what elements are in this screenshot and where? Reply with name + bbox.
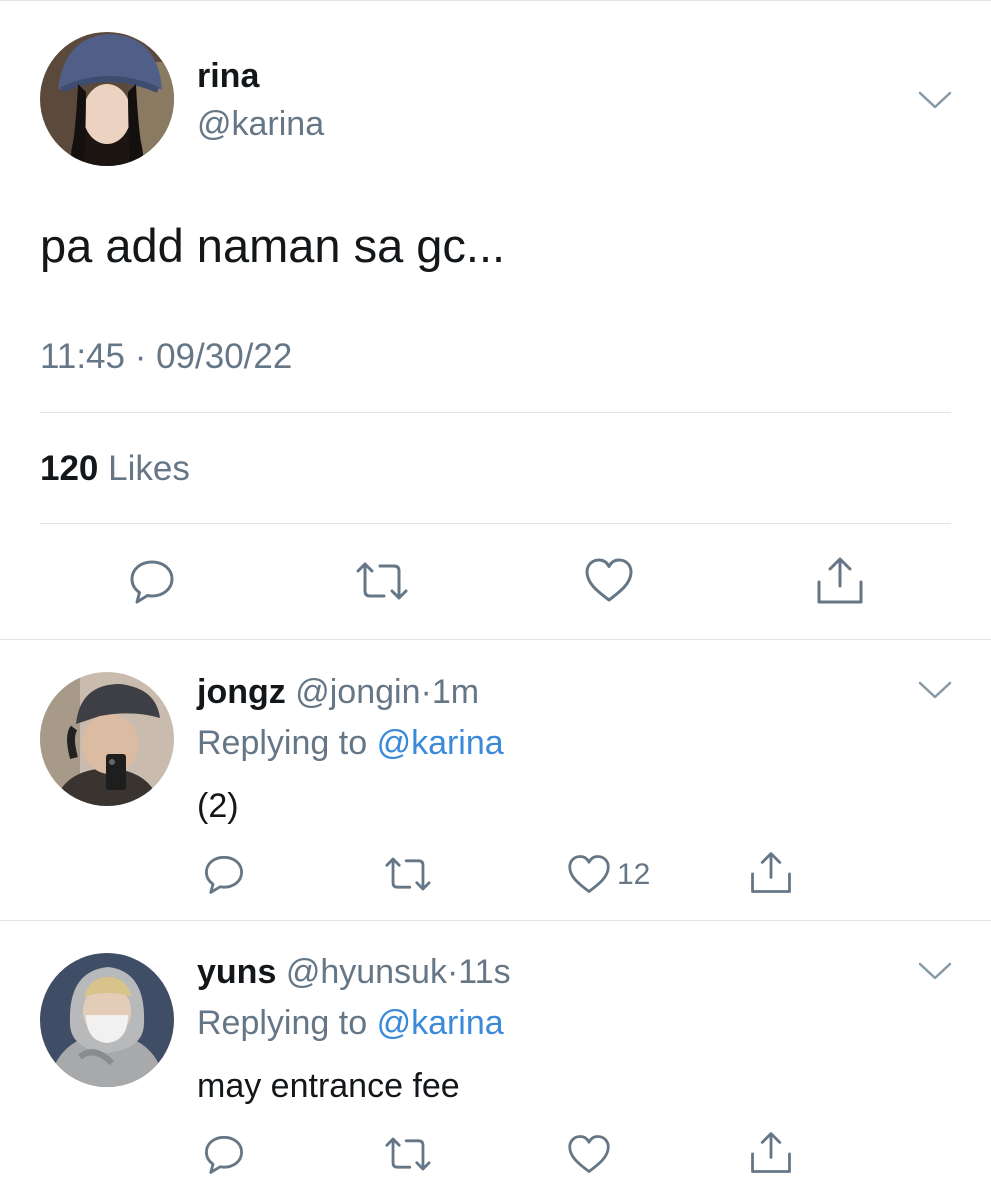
replying-to-link[interactable]: @karina [377,724,504,762]
display-name[interactable]: jongz [197,673,286,711]
user-handle[interactable]: @karina [197,104,324,144]
share-icon[interactable] [749,1131,793,1175]
tweet-text: pa add naman sa gc... [40,219,506,272]
reply-text: (2) [197,787,239,825]
reply-text: may entrance fee [197,1067,460,1105]
chevron-down-icon[interactable] [918,680,952,700]
avatar[interactable] [40,32,174,166]
replying-to-link[interactable]: @karina [377,1004,504,1042]
heart-icon[interactable] [566,1133,612,1175]
user-handle[interactable]: @jongin [295,673,420,711]
replying-prefix: Replying to [197,1004,368,1042]
reply-header: yuns @hyunsuk·11s [197,952,511,992]
divider [0,639,991,640]
avatar[interactable] [40,953,174,1087]
share-icon[interactable] [749,851,793,895]
reply-header: jongz @jongin·1m [197,672,479,712]
heart-icon[interactable] [566,853,612,895]
reply-icon[interactable] [202,852,246,896]
separator-dot: · [420,673,432,711]
tweet-timestamp[interactable]: 11:45 · 09/30/22 [40,336,292,378]
share-icon[interactable] [815,556,865,606]
retweet-icon[interactable] [383,852,433,896]
reply-icon[interactable] [202,1132,246,1176]
display-name[interactable]: rina [197,56,259,96]
divider [40,412,951,413]
display-name[interactable]: yuns [197,953,276,991]
reply-time[interactable]: 11s [458,953,510,991]
replying-to-line: Replying to @karina [197,723,504,763]
like-count: 12 [617,858,651,891]
divider [0,920,991,921]
chevron-down-icon[interactable] [918,961,952,981]
replying-to-line: Replying to @karina [197,1003,504,1043]
retweet-icon[interactable] [354,556,410,606]
chevron-down-icon[interactable] [918,90,952,110]
likes-count: 120 [40,449,99,488]
likes-label: Likes [108,449,190,488]
heart-icon[interactable] [583,556,635,604]
avatar[interactable] [40,672,174,806]
retweet-icon[interactable] [383,1132,433,1176]
replying-prefix: Replying to [197,724,368,762]
likes-stat[interactable]: 120 Likes [40,448,190,490]
divider [40,523,951,524]
separator-dot: · [446,953,459,991]
reply-time[interactable]: 1m [432,673,479,711]
top-divider [0,0,991,1]
user-handle[interactable]: @hyunsuk [286,953,447,991]
reply-icon[interactable] [127,556,177,606]
